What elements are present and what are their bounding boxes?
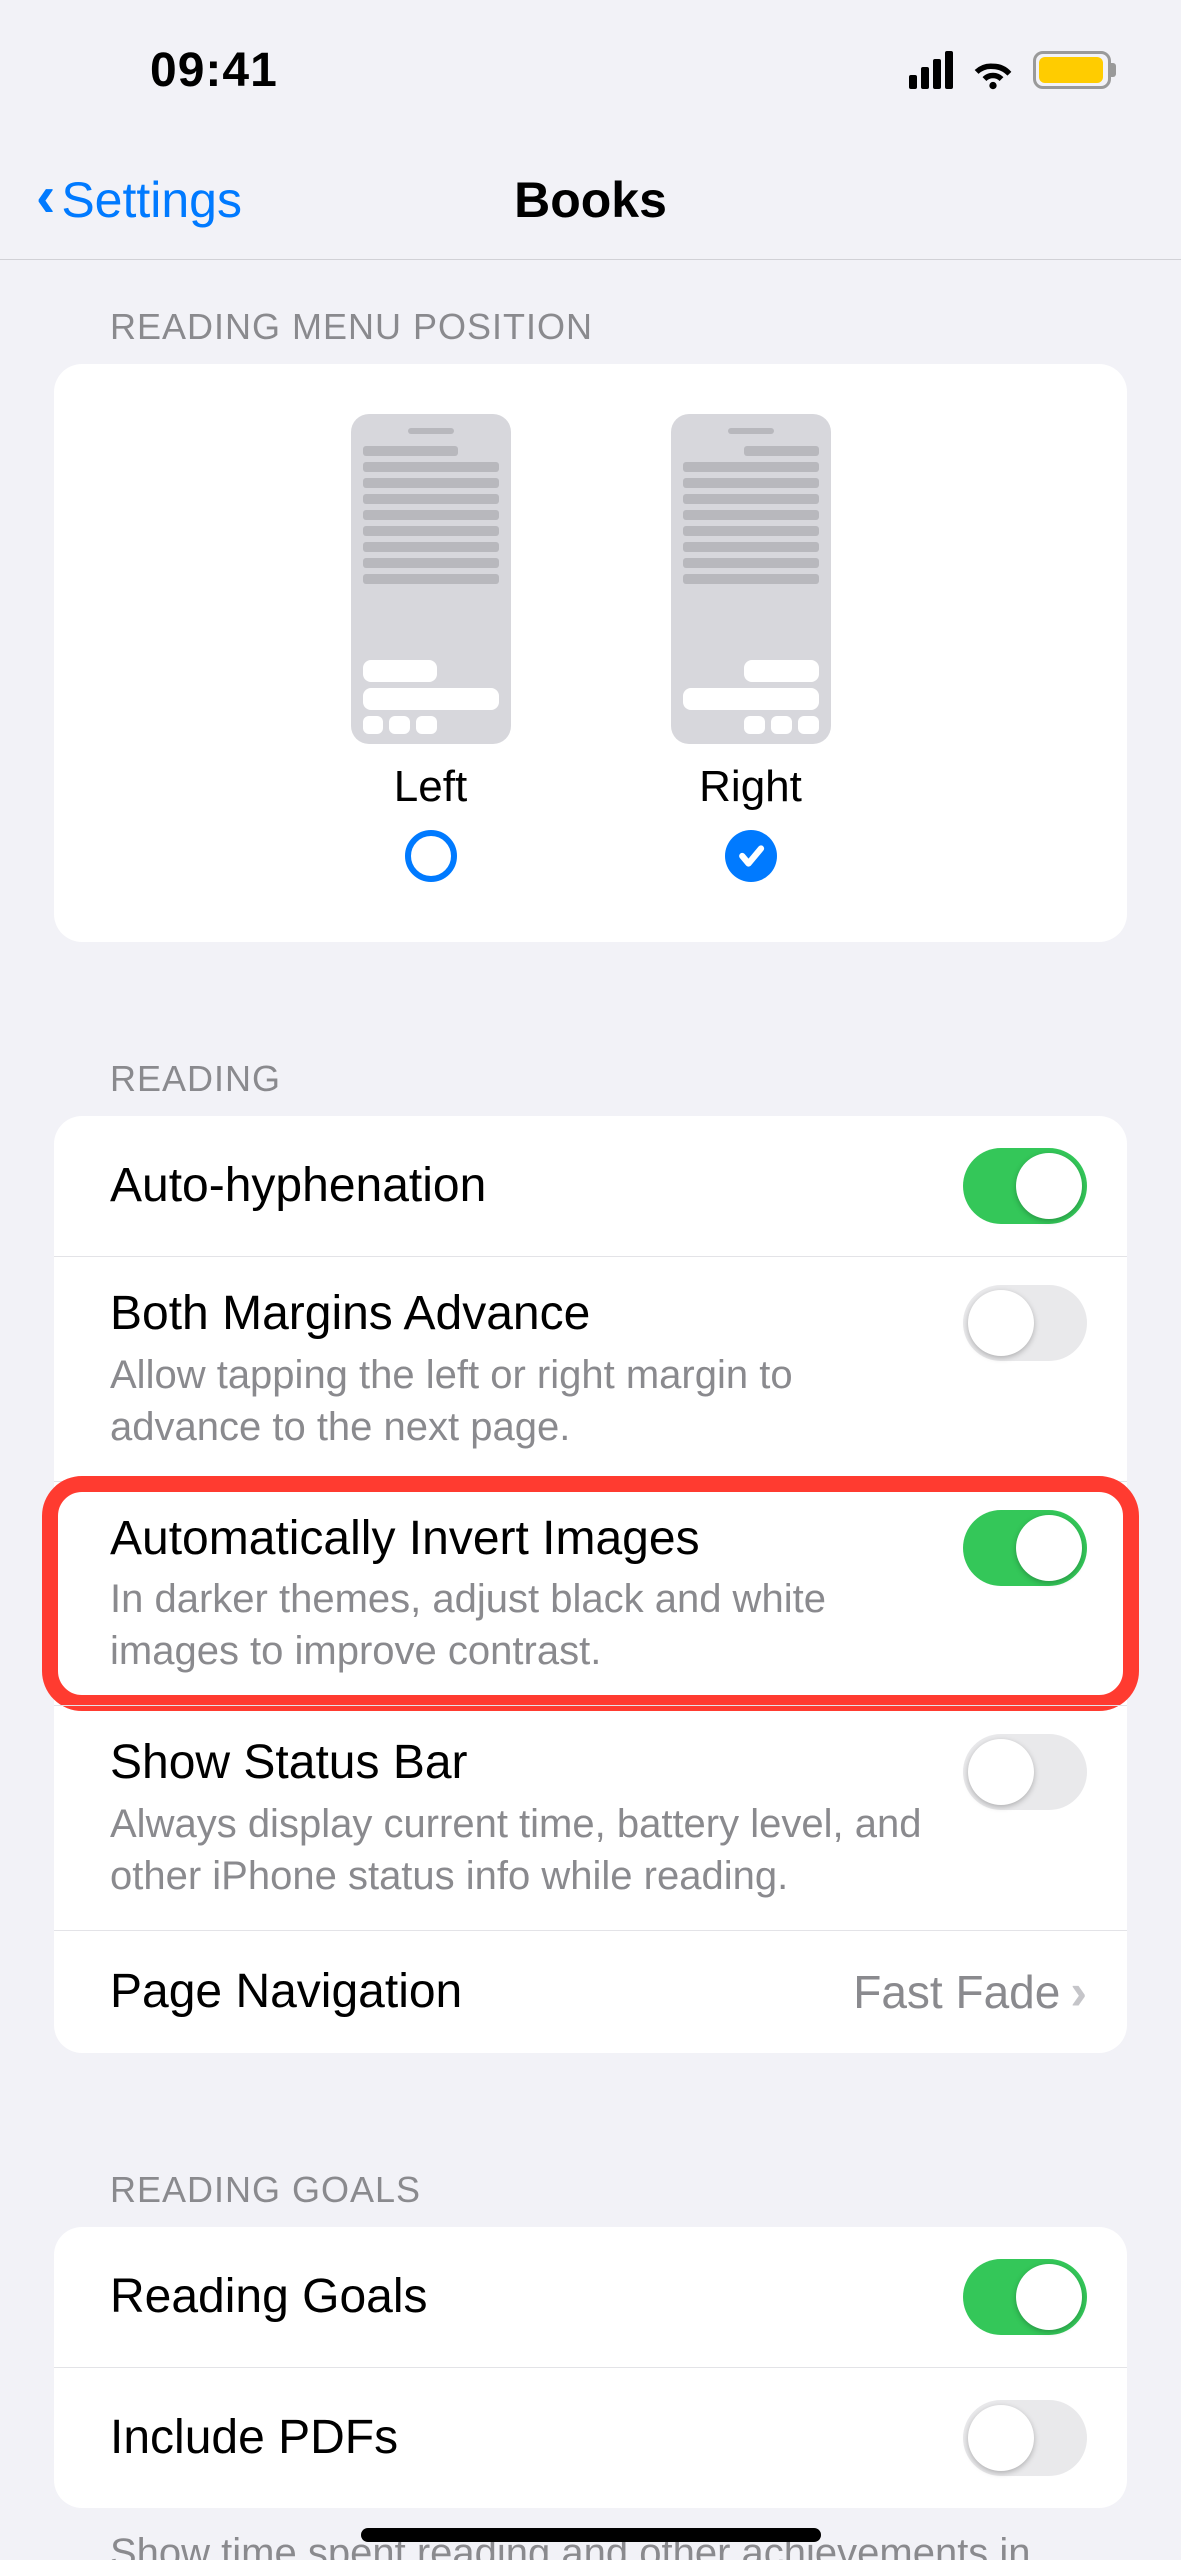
toggle-invert-images[interactable]: [963, 1510, 1087, 1586]
status-bar: 09:41: [0, 0, 1181, 140]
row-subtitle: Always display current time, battery lev…: [110, 1798, 943, 1902]
menu-position-card: Left Right: [54, 364, 1127, 942]
menu-position-left[interactable]: Left: [351, 414, 511, 882]
row-show-status-bar[interactable]: Show Status Bar Always display current t…: [54, 1705, 1127, 1930]
chevron-right-icon: ›: [1070, 1963, 1087, 2021]
toggle-auto-hyphenation[interactable]: [963, 1148, 1087, 1224]
row-reading-goals[interactable]: Reading Goals: [54, 2227, 1127, 2367]
row-both-margins-advance[interactable]: Both Margins Advance Allow tapping the l…: [54, 1256, 1127, 1481]
back-button[interactable]: ‹ Settings: [36, 140, 242, 259]
toggle-reading-goals[interactable]: [963, 2259, 1087, 2335]
reading-card: Auto-hyphenation Both Margins Advance Al…: [54, 1116, 1127, 2053]
row-subtitle: Allow tapping the left or right margin t…: [110, 1349, 943, 1453]
menu-preview-right: [671, 414, 831, 744]
page-title: Books: [514, 171, 667, 229]
back-label: Settings: [61, 171, 242, 229]
row-title: Both Margins Advance: [110, 1285, 943, 1343]
row-title: Page Navigation: [110, 1963, 833, 2021]
row-title: Auto-hyphenation: [110, 1157, 943, 1215]
row-include-pdfs[interactable]: Include PDFs: [54, 2367, 1127, 2508]
row-title: Include PDFs: [110, 2409, 943, 2467]
status-time: 09:41: [150, 43, 278, 98]
wifi-icon: [971, 48, 1015, 92]
home-indicator: [361, 2528, 821, 2542]
menu-position-right[interactable]: Right: [671, 414, 831, 882]
toggle-include-pdfs[interactable]: [963, 2400, 1087, 2476]
row-title: Show Status Bar: [110, 1734, 943, 1792]
row-page-navigation[interactable]: Page Navigation Fast Fade ›: [54, 1930, 1127, 2053]
row-value: Fast Fade: [853, 1965, 1060, 2019]
menu-preview-left: [351, 414, 511, 744]
battery-icon: [1033, 51, 1111, 89]
goals-card: Reading Goals Include PDFs: [54, 2227, 1127, 2508]
section-header-goals: Reading Goals: [0, 2123, 1181, 2227]
row-title: Automatically Invert Images: [110, 1510, 943, 1568]
section-header-reading: Reading: [0, 1012, 1181, 1116]
toggle-both-margins[interactable]: [963, 1285, 1087, 1361]
chevron-left-icon: ‹: [36, 168, 55, 226]
menu-position-left-label: Left: [394, 762, 467, 812]
row-subtitle: In darker themes, adjust black and white…: [110, 1573, 943, 1677]
radio-unchecked-icon: [405, 830, 457, 882]
toggle-status-bar[interactable]: [963, 1734, 1087, 1810]
row-title: Reading Goals: [110, 2268, 943, 2326]
section-header-menu-position: Reading Menu Position: [0, 260, 1181, 364]
menu-position-right-label: Right: [699, 762, 802, 812]
row-automatically-invert-images[interactable]: Automatically Invert Images In darker th…: [54, 1481, 1127, 1706]
radio-checked-icon: [725, 830, 777, 882]
row-auto-hyphenation[interactable]: Auto-hyphenation: [54, 1116, 1127, 1256]
nav-bar: ‹ Settings Books: [0, 140, 1181, 260]
cell-signal-icon: [909, 51, 953, 89]
